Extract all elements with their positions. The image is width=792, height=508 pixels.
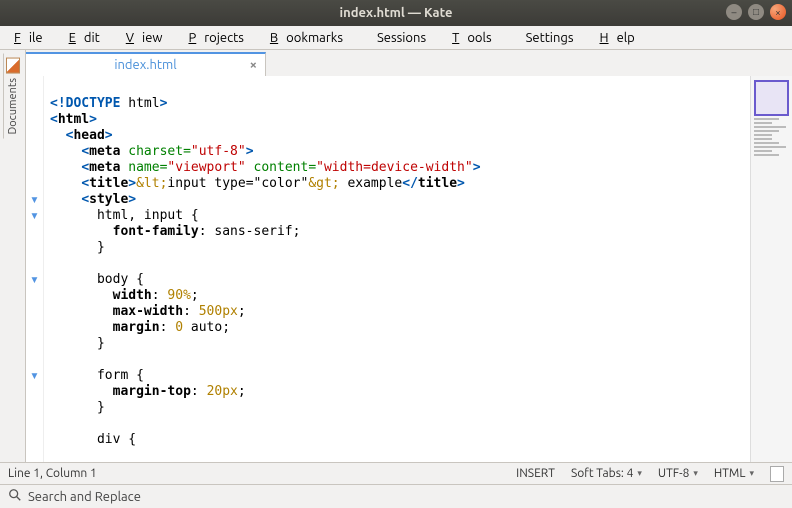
code-area[interactable]: <!DOCTYPE html><html> <head> <meta chars… bbox=[44, 76, 750, 462]
fold-marker[interactable] bbox=[26, 112, 43, 128]
titlebar: index.html — Kate – □ × bbox=[0, 0, 792, 26]
tab-width[interactable]: Soft Tabs: 4 ▾ bbox=[571, 467, 642, 480]
minimap[interactable] bbox=[750, 76, 792, 462]
code-line: <meta charset="utf-8"> bbox=[50, 144, 744, 160]
fold-marker[interactable] bbox=[26, 384, 43, 400]
search-label: Search and Replace bbox=[28, 490, 141, 504]
menu-edit[interactable]: Edit bbox=[61, 29, 116, 47]
main-area: Documents index.html × ▼▼▼▼ <!DOCTYPE ht… bbox=[0, 50, 792, 462]
tab-close-icon[interactable]: × bbox=[250, 58, 257, 72]
search-icon bbox=[8, 488, 22, 505]
statusbar: Line 1, Column 1 INSERT Soft Tabs: 4 ▾ U… bbox=[0, 462, 792, 484]
document-icon bbox=[6, 58, 20, 74]
code-line: width: 90%; bbox=[50, 288, 744, 304]
code-line: <title>&lt;input type="color"&gt; exampl… bbox=[50, 176, 744, 192]
code-line: } bbox=[50, 400, 744, 416]
documents-panel-button[interactable]: Documents bbox=[3, 54, 22, 139]
fold-marker[interactable] bbox=[26, 240, 43, 256]
fold-marker[interactable] bbox=[26, 288, 43, 304]
menu-view[interactable]: View bbox=[118, 29, 179, 47]
minimap-viewport[interactable] bbox=[754, 80, 789, 116]
menu-bookmarks[interactable]: Bookmarks bbox=[262, 29, 359, 47]
fold-marker[interactable] bbox=[26, 96, 43, 112]
code-line: form { bbox=[50, 368, 744, 384]
fold-marker[interactable] bbox=[26, 416, 43, 432]
fold-marker[interactable] bbox=[26, 256, 43, 272]
menu-file[interactable]: File bbox=[6, 29, 59, 47]
minimize-button[interactable]: – bbox=[726, 4, 742, 20]
code-line: font-family: sans-serif; bbox=[50, 224, 744, 240]
menu-projects[interactable]: Projects bbox=[180, 29, 259, 47]
tab-label: index.html bbox=[114, 58, 176, 72]
fold-marker[interactable]: ▼ bbox=[26, 208, 43, 224]
code-line bbox=[50, 352, 744, 368]
fold-marker[interactable] bbox=[26, 400, 43, 416]
code-line: margin: 0 auto; bbox=[50, 320, 744, 336]
code-line: } bbox=[50, 240, 744, 256]
code-line: <meta name="viewport" content="width=dev… bbox=[50, 160, 744, 176]
menu-sessions[interactable]: Sessions bbox=[361, 29, 442, 47]
window-controls: – □ × bbox=[726, 4, 786, 20]
new-document-icon[interactable] bbox=[770, 466, 784, 482]
fold-marker[interactable] bbox=[26, 336, 43, 352]
code-line: body { bbox=[50, 272, 744, 288]
code-line bbox=[50, 256, 744, 272]
side-panel: Documents bbox=[0, 50, 26, 462]
code-line: margin-top: 20px; bbox=[50, 384, 744, 400]
fold-marker[interactable]: ▼ bbox=[26, 192, 43, 208]
fold-marker[interactable] bbox=[26, 304, 43, 320]
code-line: html, input { bbox=[50, 208, 744, 224]
code-line: div { bbox=[50, 432, 744, 448]
search-replace-bar[interactable]: Search and Replace bbox=[0, 484, 792, 508]
code-line: <html> bbox=[50, 112, 744, 128]
editor[interactable]: ▼▼▼▼ <!DOCTYPE html><html> <head> <meta … bbox=[26, 76, 792, 462]
tab-index-html[interactable]: index.html × bbox=[26, 52, 266, 76]
code-line: <head> bbox=[50, 128, 744, 144]
fold-marker[interactable] bbox=[26, 432, 43, 448]
cursor-position[interactable]: Line 1, Column 1 bbox=[8, 467, 97, 480]
code-line: <!DOCTYPE html> bbox=[50, 96, 744, 112]
menu-help[interactable]: Help bbox=[592, 29, 651, 47]
code-line bbox=[50, 416, 744, 432]
menu-tools[interactable]: Tools bbox=[444, 29, 508, 47]
fold-marker[interactable] bbox=[26, 320, 43, 336]
encoding[interactable]: UTF-8 ▾ bbox=[658, 467, 698, 480]
code-line bbox=[50, 80, 744, 96]
edit-mode[interactable]: INSERT bbox=[516, 467, 555, 480]
fold-marker[interactable]: ▼ bbox=[26, 272, 43, 288]
menu-settings[interactable]: Settings bbox=[510, 29, 590, 47]
tabbar: index.html × bbox=[26, 50, 792, 76]
fold-marker[interactable] bbox=[26, 160, 43, 176]
close-button[interactable]: × bbox=[770, 4, 786, 20]
fold-marker[interactable] bbox=[26, 80, 43, 96]
code-line: max-width: 500px; bbox=[50, 304, 744, 320]
fold-marker[interactable] bbox=[26, 176, 43, 192]
fold-marker[interactable]: ▼ bbox=[26, 368, 43, 384]
code-line: } bbox=[50, 336, 744, 352]
fold-marker[interactable] bbox=[26, 224, 43, 240]
window-title: index.html — Kate bbox=[340, 6, 453, 20]
fold-marker[interactable] bbox=[26, 144, 43, 160]
code-line: <style> bbox=[50, 192, 744, 208]
fold-marker[interactable] bbox=[26, 352, 43, 368]
fold-gutter[interactable]: ▼▼▼▼ bbox=[26, 76, 44, 462]
menubar: File Edit View Projects Bookmarks Sessio… bbox=[0, 26, 792, 50]
filetype[interactable]: HTML ▾ bbox=[714, 467, 754, 480]
maximize-button[interactable]: □ bbox=[748, 4, 764, 20]
fold-marker[interactable] bbox=[26, 128, 43, 144]
